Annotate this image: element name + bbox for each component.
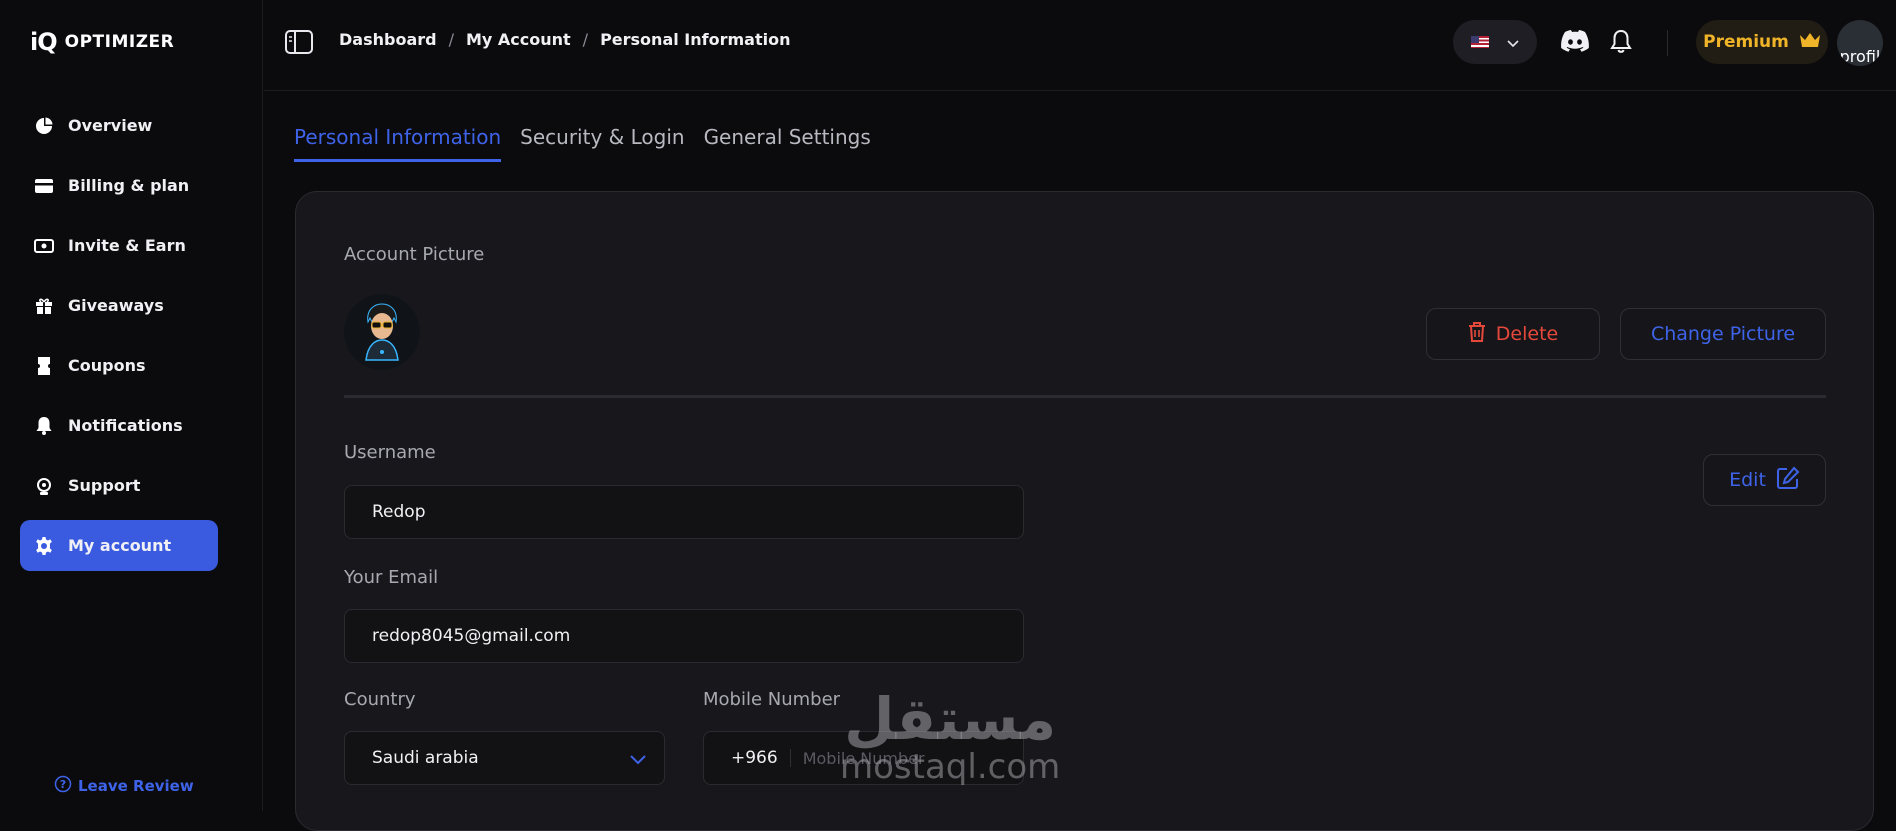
edit-label: Edit xyxy=(1729,469,1766,491)
sidebar-item-coupons[interactable]: Coupons xyxy=(20,340,218,391)
premium-label: Premium xyxy=(1703,32,1789,52)
sidebar-nav: Overview Billing & plan Invite & Earn Gi… xyxy=(20,100,218,580)
country-select[interactable]: Saudi arabia xyxy=(344,731,665,785)
username-label: Username xyxy=(344,442,436,463)
leave-review-link[interactable]: ? Leave Review xyxy=(54,775,194,797)
username-value: Redop xyxy=(372,502,426,522)
user-avatar[interactable]: profil xyxy=(1837,20,1883,66)
bell-icon xyxy=(34,416,54,436)
logo[interactable]: iQ OPTIMIZER xyxy=(30,28,174,56)
help-circle-icon: ? xyxy=(54,775,72,797)
personal-information-card: Account Picture Delete Change Picture Us… xyxy=(295,191,1874,831)
breadcrumb-separator: / xyxy=(448,30,454,49)
svg-text:?: ? xyxy=(60,778,66,791)
sidebar: iQ OPTIMIZER Overview Billing & plan Inv… xyxy=(0,0,263,811)
credit-card-icon xyxy=(34,176,54,196)
watermark-arabic: مستقل xyxy=(844,685,1057,753)
sidebar-item-notifications[interactable]: Notifications xyxy=(20,400,218,451)
breadcrumb-personal-information: Personal Information xyxy=(600,30,791,49)
sidebar-item-billing[interactable]: Billing & plan xyxy=(20,160,218,211)
change-picture-label: Change Picture xyxy=(1650,323,1796,345)
language-selector[interactable] xyxy=(1453,20,1537,64)
sidebar-item-giveaways[interactable]: Giveaways xyxy=(20,280,218,331)
email-field[interactable]: redop8045@gmail.com xyxy=(344,609,1024,663)
email-value: redop8045@gmail.com xyxy=(372,626,571,646)
topbar-divider xyxy=(1667,30,1668,56)
phone-separator xyxy=(789,749,791,767)
account-picture-label: Account Picture xyxy=(344,244,485,265)
delete-label: Delete xyxy=(1495,323,1559,345)
edit-button[interactable]: Edit xyxy=(1703,454,1826,506)
sidebar-item-invite[interactable]: Invite & Earn xyxy=(20,220,218,271)
sidebar-item-label: Invite & Earn xyxy=(68,236,186,255)
chevron-down-icon xyxy=(630,750,646,770)
trash-icon xyxy=(1468,321,1486,348)
notifications-bell-icon[interactable] xyxy=(1610,29,1632,59)
phone-country-code[interactable]: +966 xyxy=(731,748,778,768)
sidebar-item-label: Notifications xyxy=(68,416,183,435)
breadcrumb-my-account[interactable]: My Account xyxy=(466,30,571,49)
gift-icon xyxy=(34,296,54,316)
change-picture-button[interactable]: Change Picture xyxy=(1620,308,1826,360)
chevron-down-icon xyxy=(1507,33,1519,52)
section-divider xyxy=(344,395,1826,398)
username-field[interactable]: Redop xyxy=(344,485,1024,539)
breadcrumb: Dashboard / My Account / Personal Inform… xyxy=(339,30,790,49)
pie-chart-icon xyxy=(34,116,54,136)
country-label: Country xyxy=(344,689,416,710)
premium-badge[interactable]: Premium xyxy=(1696,20,1828,64)
sidebar-item-label: My account xyxy=(68,536,172,555)
sidebar-item-label: Coupons xyxy=(68,356,146,375)
us-flag-icon xyxy=(1471,36,1489,48)
sidebar-item-label: Support xyxy=(68,476,141,495)
watermark-latin: mostaql.com xyxy=(840,747,1061,787)
sidebar-item-my-account[interactable]: My account xyxy=(20,520,218,571)
sidebar-item-overview[interactable]: Overview xyxy=(20,100,218,151)
sidebar-toggle-icon[interactable] xyxy=(285,30,313,58)
coupon-icon xyxy=(34,356,54,376)
watermark: مستقل mostaql.com xyxy=(840,690,1060,786)
country-value: Saudi arabia xyxy=(372,748,479,768)
topbar: Dashboard / My Account / Personal Inform… xyxy=(264,0,1896,91)
breadcrumb-dashboard[interactable]: Dashboard xyxy=(339,30,437,49)
sidebar-item-label: Giveaways xyxy=(68,296,164,315)
discord-icon[interactable] xyxy=(1560,29,1590,57)
sidebar-item-label: Overview xyxy=(68,116,153,135)
logo-mark: iQ xyxy=(30,28,58,56)
account-tabs: Personal Information Security & Login Ge… xyxy=(294,125,871,162)
gear-icon xyxy=(34,536,54,556)
logo-text: OPTIMIZER xyxy=(64,32,175,52)
mobile-number-label: Mobile Number xyxy=(703,689,841,710)
cash-icon xyxy=(34,236,54,256)
breadcrumb-separator: / xyxy=(582,30,589,49)
tab-general-settings[interactable]: General Settings xyxy=(704,125,871,162)
tab-personal-information[interactable]: Personal Information xyxy=(294,125,502,162)
delete-picture-button[interactable]: Delete xyxy=(1426,308,1600,360)
leave-review-label: Leave Review xyxy=(78,777,194,795)
edit-pencil-icon xyxy=(1776,466,1800,495)
sidebar-item-label: Billing & plan xyxy=(68,176,190,195)
account-picture xyxy=(344,294,420,370)
crown-icon xyxy=(1799,32,1821,53)
headset-icon xyxy=(34,476,54,496)
avatar-alt-text: profil xyxy=(1839,47,1881,66)
email-label: Your Email xyxy=(344,567,439,588)
tab-security-login[interactable]: Security & Login xyxy=(520,125,684,162)
sidebar-item-support[interactable]: Support xyxy=(20,460,218,511)
